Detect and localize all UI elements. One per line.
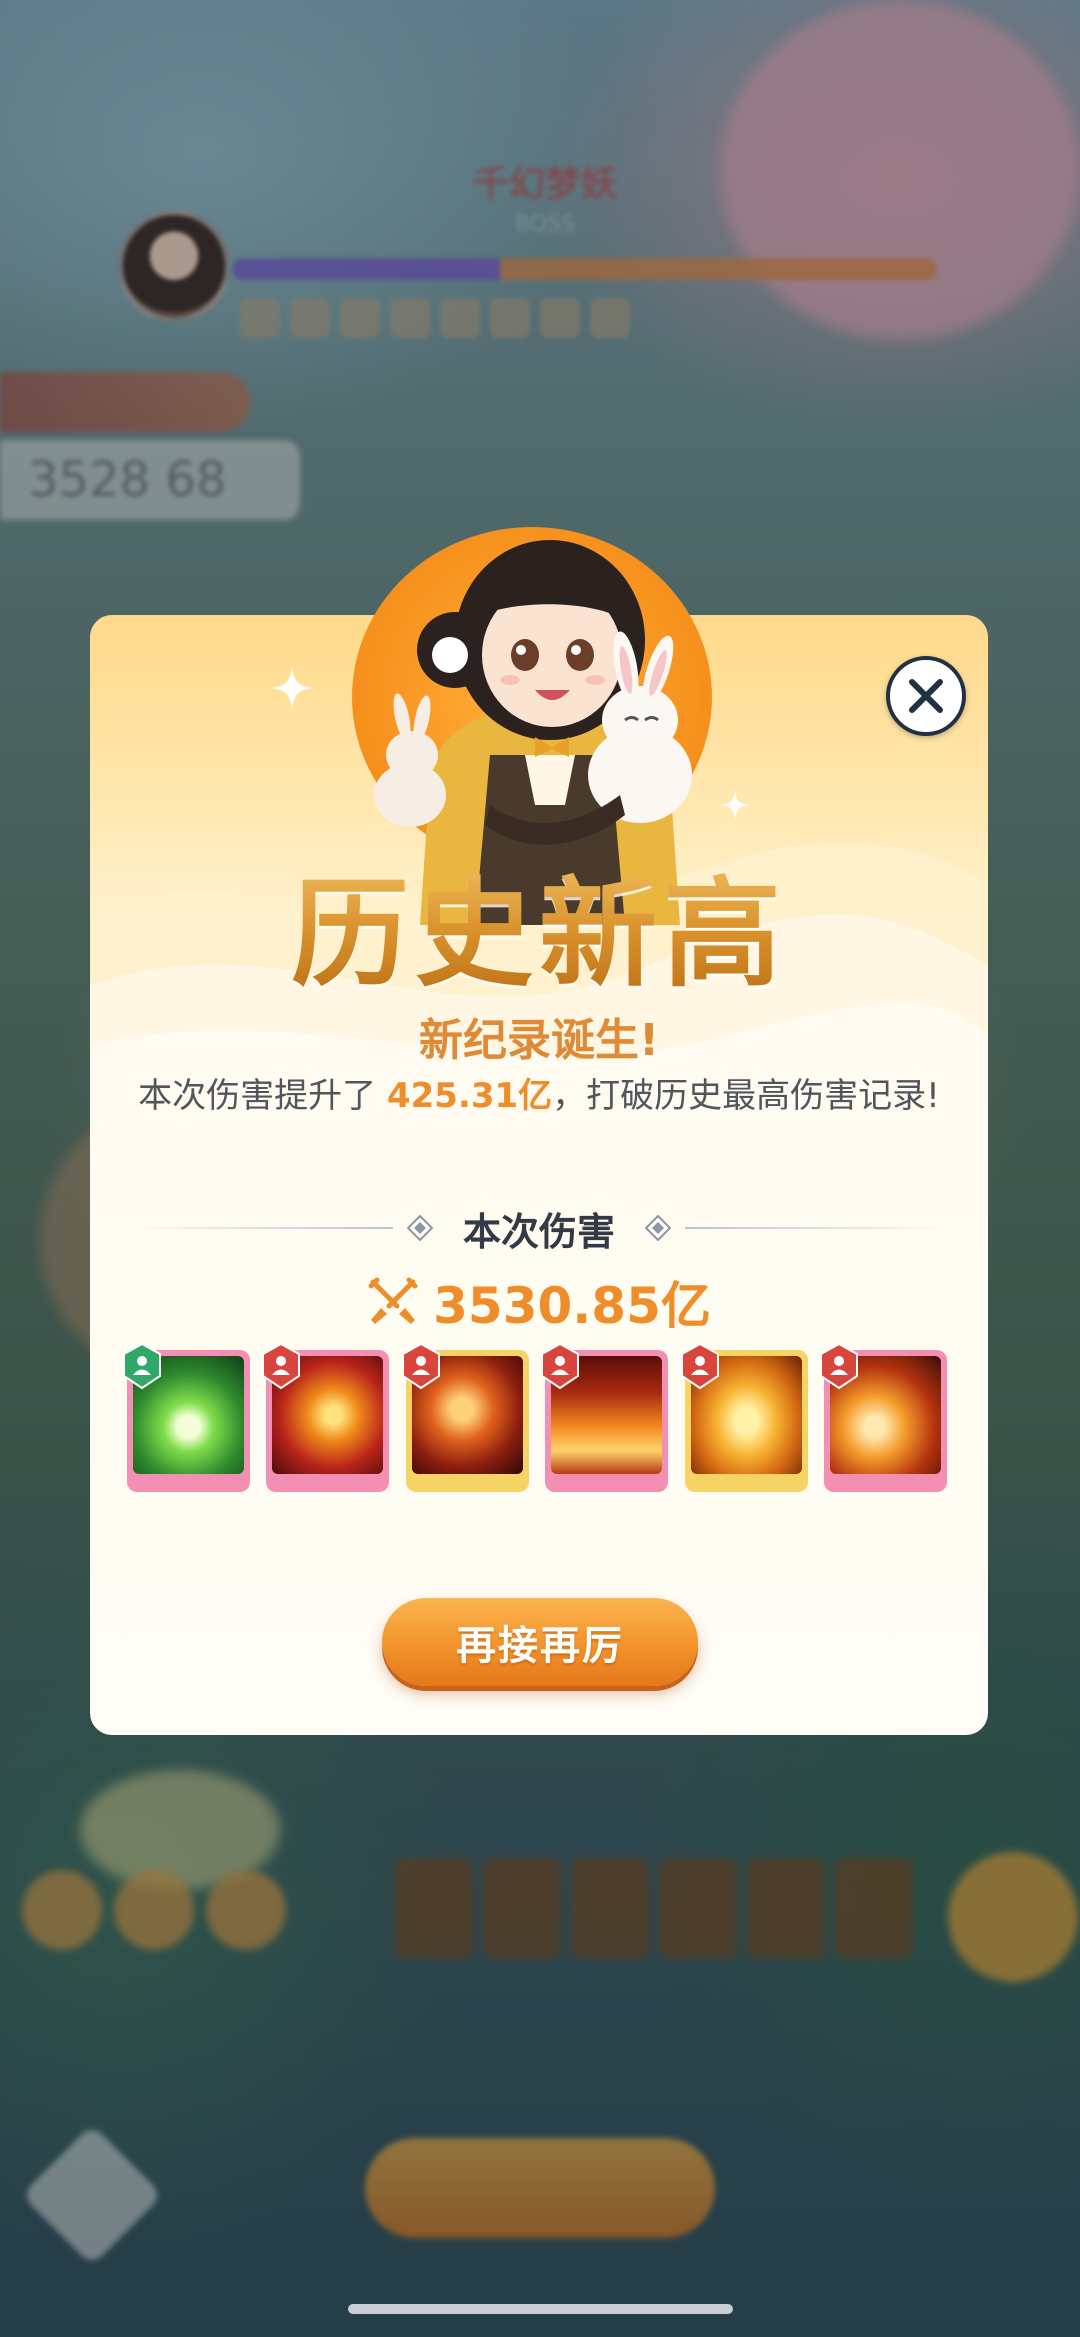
- try-again-button[interactable]: 再接再厉: [382, 1598, 698, 1686]
- damage-value: 3530.85亿: [433, 1277, 711, 1335]
- crossed-swords-icon: [368, 1277, 418, 1324]
- divider-line: [130, 1227, 393, 1229]
- skill-card-flame-palm[interactable]: [401, 1342, 529, 1492]
- home-indicator[interactable]: [348, 2304, 733, 2314]
- damage-row: 3530.85亿: [90, 1266, 988, 1338]
- close-button[interactable]: [886, 656, 966, 736]
- red-class-badge-icon: [262, 1342, 301, 1390]
- record-subtitle: 新纪录诞生!: [418, 1015, 660, 1066]
- desc-increase-value: 425.31亿: [386, 1076, 553, 1116]
- divider-line: [685, 1227, 949, 1229]
- diamond-ornament-icon: [407, 1215, 433, 1241]
- sparkle-icon: [270, 666, 314, 710]
- skill-card-phoenix[interactable]: [262, 1342, 390, 1492]
- skill-card-golden-buddha[interactable]: [680, 1342, 808, 1492]
- damage-section-header: 本次伤害: [130, 1198, 949, 1258]
- section-title: 本次伤害: [463, 1209, 616, 1254]
- desc-prefix: 本次伤害提升了: [138, 1076, 387, 1116]
- sparkle-icon: [720, 790, 750, 820]
- red-class-badge-icon: [541, 1342, 580, 1390]
- skill-card-fire-pagoda[interactable]: [541, 1342, 669, 1492]
- green-class-badge-icon: [123, 1342, 161, 1390]
- red-class-badge-icon: [819, 1342, 858, 1390]
- record-headline: 历史新高: [90, 838, 988, 1009]
- desc-suffix: ，打破历史最高伤害记录!: [552, 1076, 940, 1116]
- record-description: 本次伤害提升了 425.31亿，打破历史最高伤害记录!: [90, 1068, 988, 1117]
- red-class-badge-icon: [401, 1342, 440, 1390]
- red-class-badge-icon: [680, 1342, 719, 1390]
- diamond-ornament-icon: [645, 1215, 672, 1241]
- skill-list: [123, 1342, 947, 1492]
- close-icon: [909, 679, 943, 713]
- skill-card-fire-vortex[interactable]: [819, 1342, 947, 1492]
- skill-card-green-wind[interactable]: [123, 1342, 250, 1492]
